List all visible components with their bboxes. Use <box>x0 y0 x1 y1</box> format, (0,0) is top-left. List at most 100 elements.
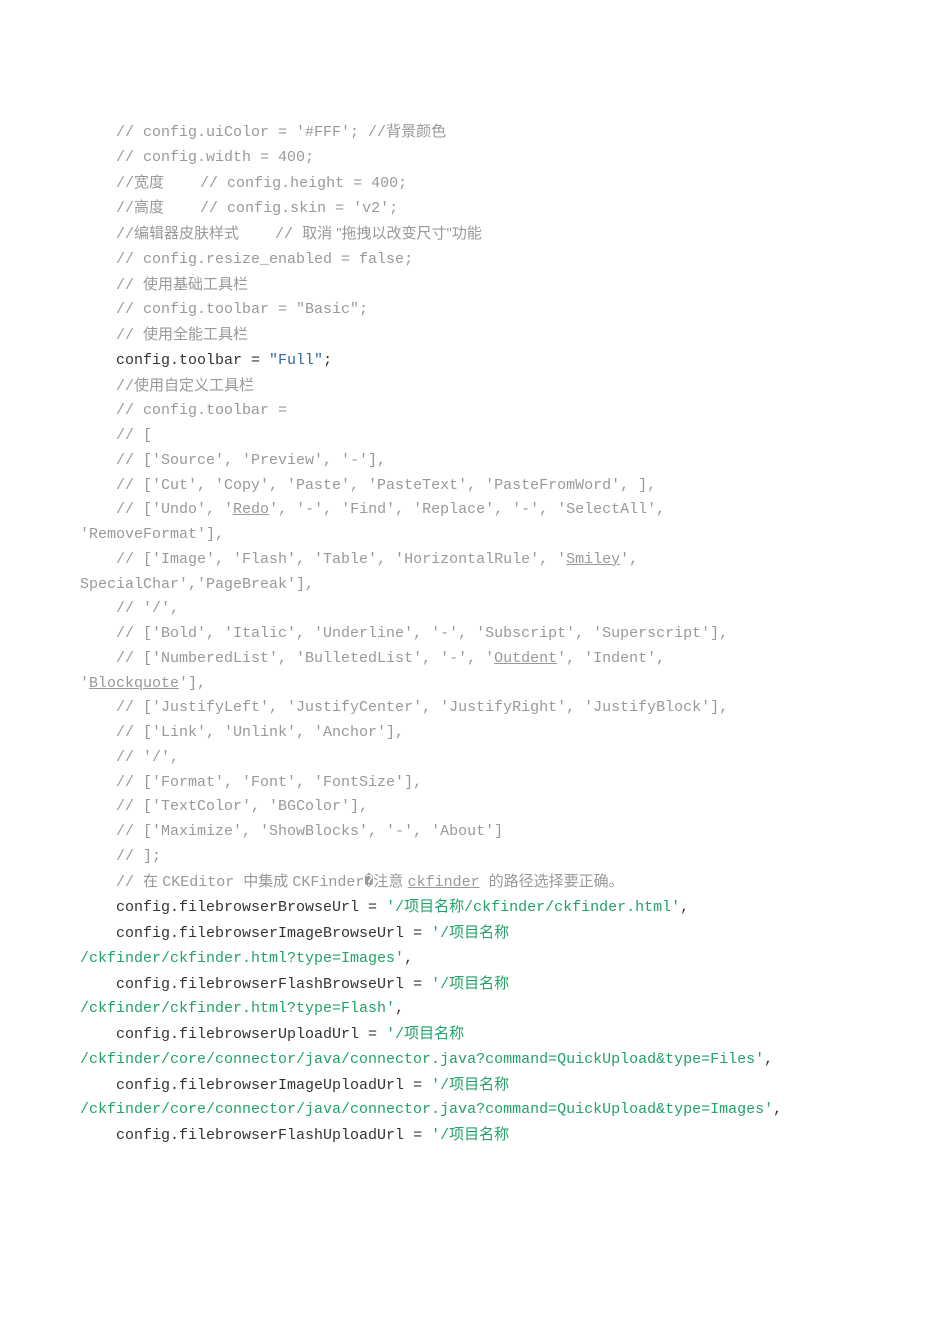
code-segment: Redo <box>233 501 269 518</box>
code-segment: // [ <box>116 427 152 444</box>
code-segment: , <box>764 1051 773 1068</box>
code-line: // ['TextColor', 'BGColor'], <box>80 795 865 820</box>
code-line: // 使用全能工具栏 <box>80 323 865 349</box>
code-segment: '/ <box>431 925 449 942</box>
code-line: // config.toolbar = <box>80 399 865 424</box>
code-segment: 在 <box>143 873 162 890</box>
code-segment: , <box>395 1000 404 1017</box>
code-segment: CKFinder� <box>292 874 373 891</box>
code-segment: '/ <box>431 1127 449 1144</box>
code-segment: 使用自定义工具栏 <box>134 377 254 394</box>
code-line: config.filebrowserBrowseUrl = '/项目名称/ckf… <box>80 895 865 921</box>
code-line: // ['Format', 'Font', 'FontSize'], <box>80 771 865 796</box>
code-line: // 在 CKEditor 中集成 CKFinder�注意 ckfinder 的… <box>80 870 865 896</box>
code-segment: // <box>116 378 134 395</box>
code-line: // ['Undo', 'Redo', '-', 'Find', 'Replac… <box>80 498 865 523</box>
code-segment: // config.toolbar = <box>116 402 287 419</box>
code-segment: ' <box>80 675 89 692</box>
code-line: //编辑器皮肤样式 // 取消 "拖拽以改变尺寸"功能 <box>80 222 865 248</box>
code-segment: config.toolbar = <box>116 352 269 369</box>
code-segment: Blockquote <box>89 675 179 692</box>
code-line: /ckfinder/core/connector/java/connector.… <box>80 1098 865 1123</box>
code-segment: // config.toolbar = "Basic"; <box>116 301 368 318</box>
code-segment: 高度 <box>134 199 164 216</box>
code-line: //宽度 // config.height = 400; <box>80 171 865 197</box>
code-line: // ['Cut', 'Copy', 'Paste', 'PasteText',… <box>80 474 865 499</box>
code-line: // config.uiColor = '#FFF'; //背景颜色 <box>80 120 865 146</box>
code-line: // ['Bold', 'Italic', 'Underline', '-', … <box>80 622 865 647</box>
code-line: /ckfinder/ckfinder.html?type=Images', <box>80 947 865 972</box>
code-line: // ['Image', 'Flash', 'Table', 'Horizont… <box>80 548 865 573</box>
code-segment: // ['Maximize', 'ShowBlocks', '-', 'Abou… <box>116 823 503 840</box>
code-segment: // config.height = 400; <box>164 175 407 192</box>
code-segment: ; <box>323 352 332 369</box>
code-segment: config.filebrowserImageBrowseUrl = <box>116 925 431 942</box>
code-segment: 项目名称 <box>449 975 509 992</box>
code-segment: // ['Source', 'Preview', '-'], <box>116 452 386 469</box>
code-segment: CKEditor <box>162 874 243 891</box>
code-segment: // ['NumberedList', 'BulletedList', '-',… <box>116 650 494 667</box>
code-line: config.filebrowserFlashUploadUrl = '/项目名… <box>80 1123 865 1149</box>
code-line: // '/', <box>80 597 865 622</box>
code-block: // config.uiColor = '#FFF'; //背景颜色 // co… <box>80 120 865 1149</box>
code-segment: Smiley <box>566 551 620 568</box>
code-segment: config.filebrowserFlashBrowseUrl = <box>116 976 431 993</box>
code-segment: /ckfinder/core/connector/java/connector.… <box>80 1101 773 1118</box>
code-segment: // ]; <box>116 848 161 865</box>
code-line: // 使用基础工具栏 <box>80 273 865 299</box>
code-segment: // config.width = 400; <box>116 149 314 166</box>
code-segment: "Full" <box>269 352 323 369</box>
code-segment: , <box>404 950 413 967</box>
code-line: //高度 // config.skin = 'v2'; <box>80 196 865 222</box>
code-segment: '/ <box>431 1077 449 1094</box>
code-segment: config.filebrowserUploadUrl = <box>116 1026 386 1043</box>
code-segment: // config.resize_enabled = false; <box>116 251 413 268</box>
code-segment: 使用全能工具栏 <box>143 326 248 343</box>
code-segment: // <box>116 277 143 294</box>
code-segment: // ['Undo', ' <box>116 501 233 518</box>
code-line: config.filebrowserFlashBrowseUrl = '/项目名… <box>80 972 865 998</box>
code-segment: , <box>680 899 689 916</box>
code-segment: '/ <box>386 899 404 916</box>
code-line: // [ <box>80 424 865 449</box>
code-segment: ', '-', 'Find', 'Replace', '-', 'SelectA… <box>269 501 674 518</box>
code-segment: // ['Format', 'Font', 'FontSize'], <box>116 774 422 791</box>
code-line: SpecialChar','PageBreak'], <box>80 573 865 598</box>
code-line: // ['NumberedList', 'BulletedList', '-',… <box>80 647 865 672</box>
code-segment: config.filebrowserBrowseUrl = <box>116 899 386 916</box>
code-segment: 使用基础工具栏 <box>143 276 248 293</box>
code-line: // ['Source', 'Preview', '-'], <box>80 449 865 474</box>
code-segment: // <box>116 226 134 243</box>
code-segment <box>480 874 489 891</box>
code-segment: 注意 <box>373 873 407 890</box>
code-line: config.filebrowserImageBrowseUrl = '/项目名… <box>80 921 865 947</box>
code-segment: 中集成 <box>243 873 292 890</box>
code-segment: /ckfinder/ckfinder.html' <box>464 899 680 916</box>
code-segment: 背景颜色 <box>386 123 446 140</box>
code-segment: // <box>116 327 143 344</box>
code-line: /ckfinder/core/connector/java/connector.… <box>80 1048 865 1073</box>
code-segment: 项目名称 <box>449 924 509 941</box>
code-line: config.filebrowserUploadUrl = '/项目名称 <box>80 1022 865 1048</box>
code-segment: // ['TextColor', 'BGColor'], <box>116 798 368 815</box>
code-segment: config.filebrowserImageUploadUrl = <box>116 1077 431 1094</box>
code-segment: 项目名称 <box>449 1076 509 1093</box>
code-segment: 编辑器皮肤样式 <box>134 225 239 242</box>
code-segment: 宽度 <box>134 174 164 191</box>
code-segment: // config.uiColor = '#FFF'; // <box>116 124 386 141</box>
code-segment: 取消 "拖拽以改变尺寸"功能 <box>302 225 482 242</box>
code-segment: '/ <box>431 976 449 993</box>
code-line: // ['JustifyLeft', 'JustifyCenter', 'Jus… <box>80 696 865 721</box>
code-segment: // ['JustifyLeft', 'JustifyCenter', 'Jus… <box>116 699 728 716</box>
code-segment: , <box>773 1101 782 1118</box>
code-line: // config.resize_enabled = false; <box>80 248 865 273</box>
code-line: // ['Maximize', 'ShowBlocks', '-', 'Abou… <box>80 820 865 845</box>
code-line: // config.toolbar = "Basic"; <box>80 298 865 323</box>
code-segment: /ckfinder/core/connector/java/connector.… <box>80 1051 764 1068</box>
document-page: // config.uiColor = '#FFF'; //背景颜色 // co… <box>0 0 945 1337</box>
code-segment: 'RemoveFormat'], <box>80 526 224 543</box>
code-segment: /ckfinder/ckfinder.html?type=Flash' <box>80 1000 395 1017</box>
code-segment: SpecialChar','PageBreak'], <box>80 576 314 593</box>
code-segment: Outdent <box>494 650 557 667</box>
code-line: 'RemoveFormat'], <box>80 523 865 548</box>
